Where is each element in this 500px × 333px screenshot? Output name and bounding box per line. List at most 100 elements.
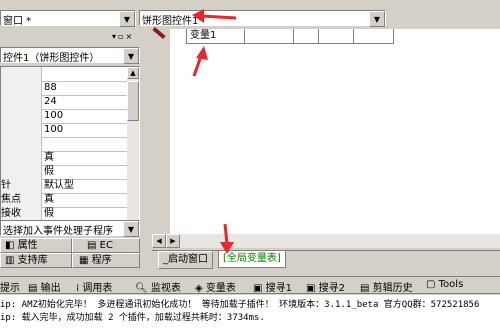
output-icon: ▤	[28, 283, 38, 294]
chevron-down-icon[interactable]: ▼	[123, 221, 139, 237]
output-line-2: ip: 载入完毕，成功加载 2 个插件，加载过程共耗时：3734ms.	[0, 313, 265, 323]
property-value: 假	[44, 208, 54, 219]
property-name: 焦点	[1, 193, 42, 207]
close-icon[interactable]: ×	[125, 32, 134, 41]
property-name	[1, 109, 42, 123]
property-panel: ▾▫× 控件1（饼形图控件） ▼ 88 24 100 100 真假针默认型 焦点真接收假 …	[0, 29, 146, 269]
property-name	[1, 151, 42, 165]
variable-cell[interactable]: 变量1	[187, 29, 245, 43]
output-pane[interactable]: ip: AMZ初始化完毕！ 多进程通讯初始化成功！ 等待加载子插件！ 环境版本：…	[0, 295, 500, 333]
variable-table: 变量1	[186, 29, 394, 44]
property-value: 假	[44, 166, 54, 177]
tab-watch[interactable]: 🔍︎ 监视表	[135, 279, 181, 294]
tab-hints-label: 提示	[0, 283, 20, 294]
tab-clip-label: 剪辑历史	[372, 283, 413, 294]
editor-tabs-bar: _启动窗口 [全局变量表]	[152, 250, 500, 269]
tab-clip-history[interactable]: ▤ 剪辑历史	[360, 279, 413, 294]
bottom-tab-bar: 提示 ▤ 输出 ⁞ 调用表 🔍︎ 监视表 ◈ 变量表 ▣ 搜寻1 ▣ 搜寻2 ▤…	[0, 276, 500, 294]
property-name: 接收	[1, 207, 42, 221]
scroll-right-button[interactable]: ▶	[166, 234, 180, 248]
program-icon: ▦	[79, 255, 89, 266]
property-row[interactable]	[1, 137, 127, 152]
output-line-1: ip: AMZ初始化完毕！ 多进程通讯初始化成功！ 等待加载子插件！ 环境版本：…	[0, 300, 480, 310]
control-selector-combo[interactable]: 饼形图控件1 ▼	[139, 10, 386, 27]
property-row[interactable]: 24	[1, 95, 127, 110]
editor-toolbar-strip	[149, 26, 169, 249]
variable-array-cell[interactable]	[320, 29, 354, 43]
property-name	[1, 123, 42, 137]
property-scrollbar[interactable]: ▲	[127, 67, 139, 221]
tab-property[interactable]: ◧ 属性	[0, 238, 72, 253]
property-row[interactable]	[1, 67, 127, 82]
tab-support-label: 支持库	[17, 255, 48, 266]
call-table-icon: ⁞	[76, 283, 80, 294]
scroll-thumb[interactable]	[127, 81, 139, 121]
property-name	[1, 165, 42, 179]
property-row[interactable]: 100	[1, 123, 127, 138]
property-row[interactable]: 100	[1, 109, 127, 124]
property-value: 真	[44, 194, 54, 205]
object-combo[interactable]: 控件1（饼形图控件） ▼	[0, 47, 140, 64]
tab-search1-label: 搜寻1	[265, 283, 293, 294]
property-row[interactable]: 真	[1, 151, 127, 166]
tab-output[interactable]: ▤ 输出	[28, 279, 61, 294]
event-combo-value: 选择加入事件处理子程序	[3, 226, 113, 237]
annotation-arrow-tab	[220, 223, 234, 254]
variables-icon: ◈	[195, 283, 203, 294]
scroll-up-button[interactable]: ▲	[127, 67, 139, 79]
variable-type-cell[interactable]	[246, 29, 294, 43]
property-name: 针	[1, 179, 42, 193]
tab-startup-label: _启动窗口	[163, 254, 208, 265]
property-name	[1, 137, 42, 151]
property-row[interactable]: 假	[1, 165, 127, 180]
tab-ec-label: EC	[99, 240, 113, 251]
chevron-down-icon[interactable]: ▼	[119, 11, 135, 27]
tab-hints[interactable]: 提示	[0, 279, 20, 294]
tab-ec[interactable]: ▤ EC	[72, 238, 140, 253]
property-value: 真	[44, 152, 54, 163]
event-combo[interactable]: 选择加入事件处理子程序 ▼	[0, 220, 140, 237]
property-value: 默认型	[44, 180, 74, 191]
tab-variables[interactable]: ◈ 变量表	[195, 279, 236, 294]
code-editor[interactable]: 变量1	[170, 29, 500, 234]
property-row[interactable]: 焦点真	[1, 193, 127, 208]
tab-watch-label: 监视表	[150, 283, 181, 294]
library-icon: ▥	[5, 255, 15, 266]
property-row[interactable]: 88	[1, 81, 127, 96]
property-icon: ◧	[5, 240, 15, 251]
property-value: 100	[44, 110, 64, 121]
tab-variables-label: 变量表	[205, 283, 236, 294]
tab-call-table[interactable]: ⁞ 调用表	[76, 279, 112, 294]
tab-call-label: 调用表	[82, 283, 113, 294]
tab-search2[interactable]: ▣ 搜寻2	[306, 279, 345, 294]
chevron-down-icon[interactable]: ▼	[123, 48, 139, 64]
pencil-icon[interactable]	[152, 26, 166, 40]
variable-static-cell[interactable]	[295, 29, 319, 43]
chevron-down-icon[interactable]: ▼	[369, 11, 385, 27]
clipboard-icon: ▤	[360, 283, 370, 294]
annotation-arrow-top	[192, 9, 237, 23]
object-combo-value: 控件1（饼形图控件）	[3, 53, 100, 64]
annotation-arrow-cell	[192, 46, 208, 77]
editor-hscrollbar[interactable]: ◀ ▶	[152, 234, 500, 248]
panel-title-buttons: ▾▫×	[112, 32, 146, 42]
window-selector-value: 窗口 *	[3, 16, 32, 27]
scroll-left-button[interactable]: ◀	[152, 234, 166, 248]
window-selector-combo[interactable]: 窗口 * ▼	[0, 10, 136, 27]
tab-program[interactable]: ▦ 程序	[72, 253, 140, 268]
search-icon: ▣	[306, 283, 316, 294]
tab-search2-label: 搜寻2	[318, 283, 346, 294]
tab-program-label: 程序	[91, 255, 112, 266]
tab-startup-window[interactable]: _启动窗口	[158, 251, 213, 269]
property-name	[1, 67, 42, 81]
tab-property-label: 属性	[17, 240, 38, 251]
property-row[interactable]: 针默认型	[1, 179, 127, 194]
property-value: 24	[44, 96, 57, 107]
tab-search1[interactable]: ▣ 搜寻1	[253, 279, 292, 294]
tools-icon: ▢	[426, 279, 436, 290]
tab-tools-label: Tools	[438, 279, 464, 290]
tab-support-library[interactable]: ▥ 支持库	[0, 253, 72, 268]
variable-name: 变量1	[190, 30, 217, 41]
tab-tools[interactable]: ▢ Tools	[426, 279, 463, 290]
property-name	[1, 81, 42, 95]
